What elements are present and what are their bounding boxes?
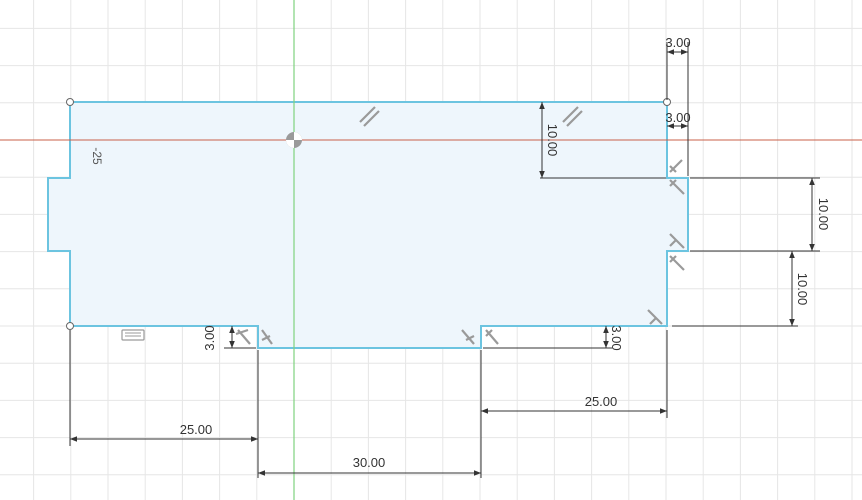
perpendicular-constraint-icon[interactable]	[669, 255, 685, 271]
dimension-label-top-notch[interactable]: 3.00	[665, 35, 690, 50]
dimension-label-bottom-right-notch[interactable]: 3.00	[609, 325, 624, 350]
dimension-label-right-lower-height[interactable]: 10.00	[795, 273, 810, 306]
perpendicular-constraint-icon[interactable]	[235, 328, 251, 345]
sketch-point[interactable]	[66, 98, 74, 106]
angle-label: -25	[90, 147, 104, 165]
dimension-label-bottom-center-length[interactable]: 30.00	[353, 455, 386, 470]
perpendicular-constraint-icon[interactable]	[485, 329, 499, 345]
perpendicular-constraint-icon[interactable]	[669, 159, 683, 173]
sketch-profile[interactable]	[47, 101, 689, 349]
dimension-label-right-notch-depth[interactable]: 3.00	[665, 110, 690, 125]
dimension-label-bottom-left-length[interactable]: 25.00	[180, 422, 213, 437]
sketch-viewport[interactable]: 3.00 3.00 10.00 10.00 10.00 3.00 3.00 25…	[0, 0, 862, 500]
dimension-label-bottom-left-notch[interactable]: 3.00	[202, 325, 217, 350]
sketch-point[interactable]	[66, 322, 74, 330]
horizontal-constraint-icon[interactable]	[121, 329, 145, 341]
origin-icon[interactable]	[286, 132, 302, 148]
dimension-label-right-upper-height[interactable]: 10.00	[545, 124, 560, 157]
sketch-canvas[interactable]: 3.00 3.00 10.00 10.00 10.00 3.00 3.00 25…	[0, 0, 862, 500]
dimension-label-right-notch-height[interactable]: 10.00	[816, 198, 831, 231]
dimension-label-bottom-right-length[interactable]: 25.00	[585, 394, 618, 409]
